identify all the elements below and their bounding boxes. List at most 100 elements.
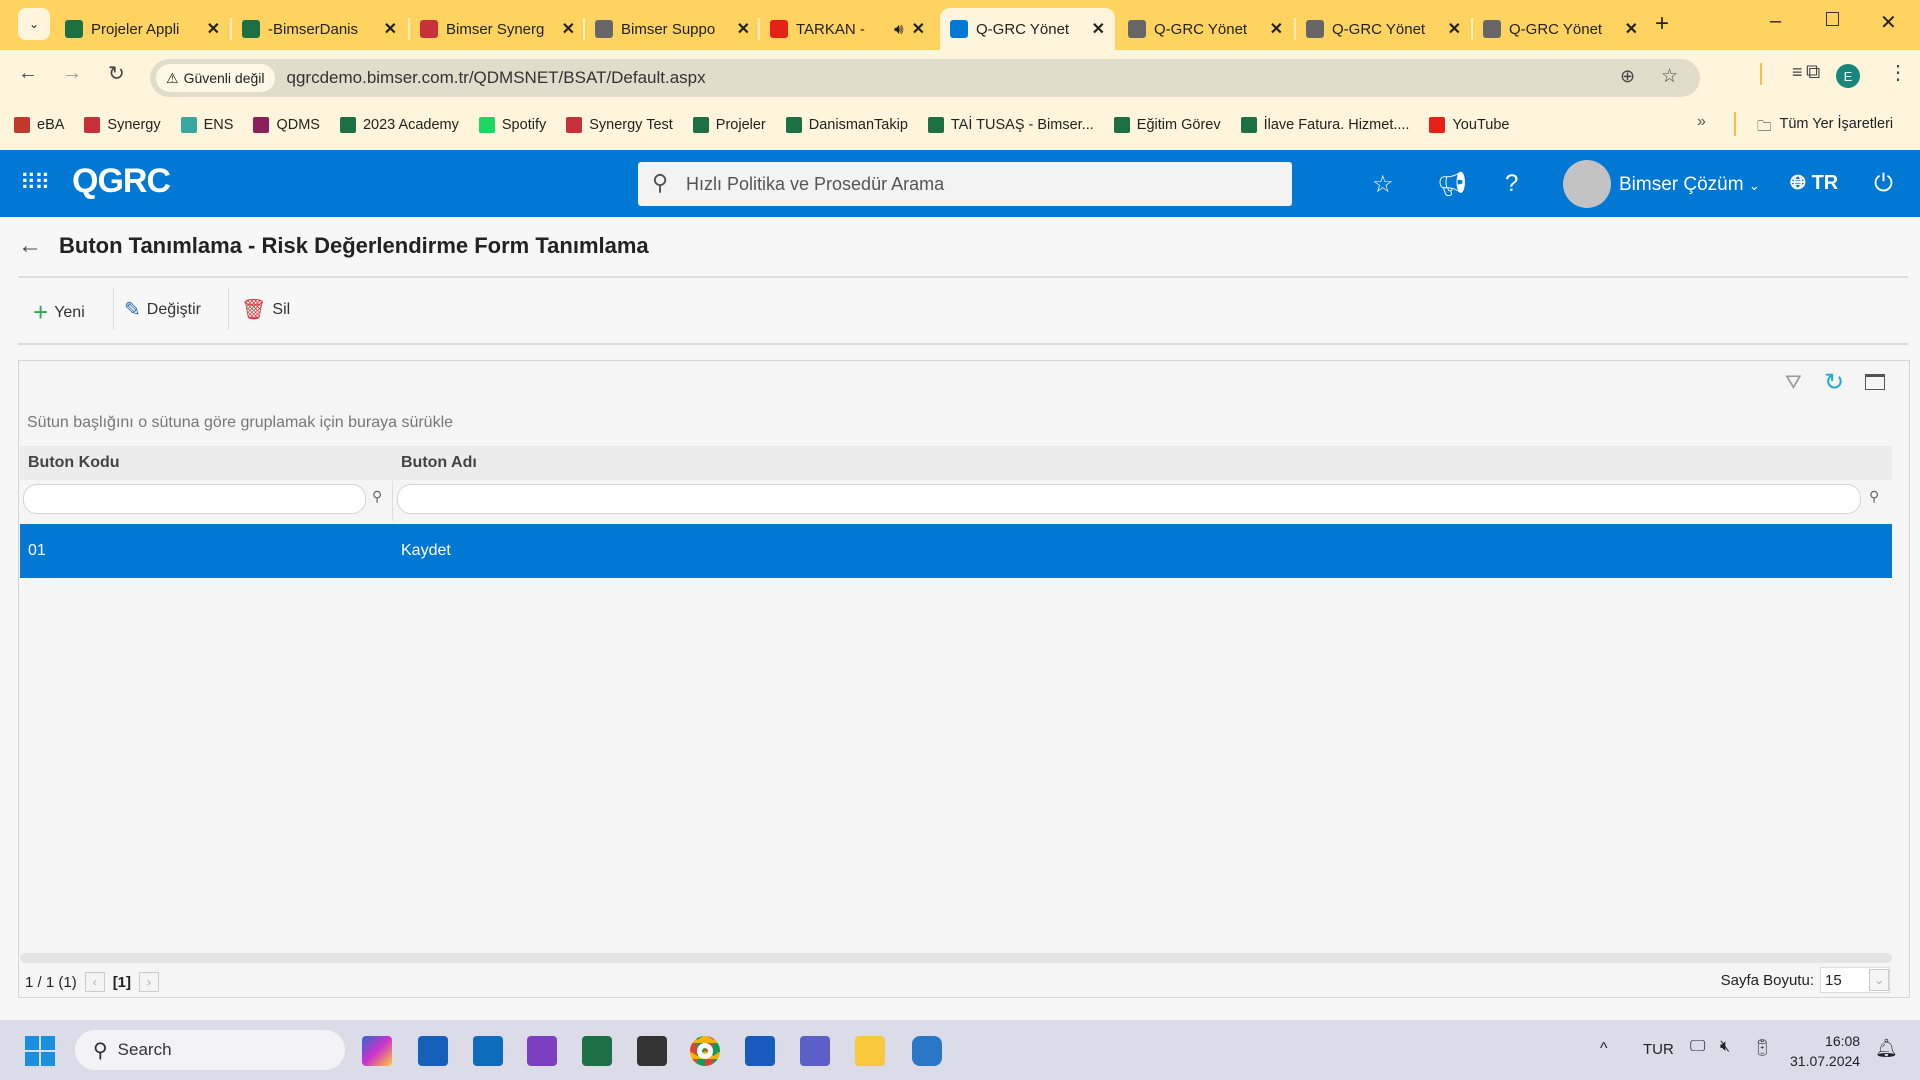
close-tab-icon[interactable]: ✕ — [737, 19, 750, 39]
windows-start-icon[interactable] — [25, 1036, 55, 1066]
volume-muted-icon[interactable]: 🔇︎ — [1720, 1038, 1730, 1056]
restore-button[interactable] — [1826, 12, 1839, 26]
back-icon[interactable]: ← — [18, 62, 38, 85]
profile-avatar[interactable]: E — [1836, 64, 1860, 88]
bookmark-item[interactable]: Eğitim Görev — [1113, 117, 1221, 133]
bookmark-item[interactable]: DanismanTakip — [785, 117, 908, 133]
new-tab-button[interactable]: + — [1655, 10, 1669, 38]
bookmark-item[interactable]: Synergy Test — [566, 117, 673, 133]
close-tab-icon[interactable]: ✕ — [1448, 19, 1461, 39]
all-bookmarks[interactable]: 🗀 Tüm Yer İşaretleri — [1757, 116, 1893, 141]
close-window-button[interactable]: ✕ — [1880, 10, 1897, 35]
app-launcher-icon[interactable]: ⠿⠿ — [20, 170, 50, 196]
copilot-icon[interactable] — [362, 1036, 392, 1066]
close-tab-icon[interactable]: ✕ — [384, 19, 397, 39]
back-arrow-icon[interactable]: ← — [18, 232, 42, 260]
widgets-icon[interactable] — [418, 1036, 448, 1066]
power-icon[interactable]: ⏻ — [1874, 170, 1893, 198]
next-page-button[interactable]: › — [139, 972, 160, 992]
browser-tab[interactable]: Q-GRC Yönet ✕ — [940, 8, 1115, 50]
url-text[interactable]: qgrcdemo.bimser.com.tr/QDMSNET/BSAT/Defa… — [287, 68, 706, 88]
teams-icon[interactable] — [800, 1036, 830, 1066]
close-tab-icon[interactable]: ✕ — [207, 19, 220, 39]
notifications-bell-icon[interactable]: 🔔︎ — [1875, 1038, 1898, 1059]
outlook-icon[interactable] — [473, 1036, 503, 1066]
policy-search-input[interactable]: ⚲ Hızlı Politika ve Prosedür Arama — [638, 162, 1292, 206]
zoom-icon[interactable]: ⊕ — [1620, 66, 1635, 87]
reload-icon[interactable]: ↻ — [108, 61, 125, 86]
clock[interactable]: 16:08 31.07.2024 — [1790, 1031, 1860, 1071]
favorites-star-icon[interactable]: ☆ — [1372, 170, 1394, 199]
browser-tab[interactable]: Q-GRC Yönet ✕ — [1296, 8, 1471, 50]
word-icon[interactable] — [745, 1036, 775, 1066]
network-icon[interactable]: 🖵︎ — [1690, 1038, 1705, 1056]
browser-tab[interactable]: TARKAN - 🔊︎ ✕ — [760, 8, 935, 50]
bookmark-item[interactable]: Projeler — [692, 117, 766, 133]
extensions-icon[interactable]: ⧉ — [1806, 61, 1820, 84]
tray-chevron-icon[interactable]: ^ — [1600, 1040, 1608, 1058]
filter-buton-kodu-input[interactable] — [23, 484, 366, 514]
table-row[interactable]: 01 Kaydet — [20, 524, 1892, 578]
browser-tab[interactable]: Q-GRC Yönet ✕ — [1473, 8, 1648, 50]
browser-tab[interactable]: Bimser Synerg ✕ — [410, 8, 585, 50]
qgrc-logo[interactable]: QGRC — [72, 162, 171, 201]
tab-search-button[interactable]: ⌄ — [18, 8, 50, 40]
bookmark-item[interactable]: eBA — [14, 117, 64, 133]
battery-icon[interactable]: 🔋︎ — [1752, 1038, 1772, 1058]
bookmark-item[interactable]: Synergy — [84, 117, 161, 133]
media-icon[interactable]: ≡ — [1792, 62, 1803, 83]
browser-tab[interactable]: Q-GRC Yönet ✕ — [1118, 8, 1293, 50]
minimize-button[interactable]: – — [1770, 10, 1781, 33]
close-tab-icon[interactable]: ✕ — [912, 19, 925, 39]
file-explorer-icon[interactable] — [855, 1036, 885, 1066]
horizontal-scrollbar[interactable] — [20, 953, 1892, 963]
help-icon[interactable]: ? — [1505, 170, 1518, 198]
clear-filter-icon[interactable]: ⛛ — [1785, 372, 1802, 395]
browser-tab[interactable]: Bimser Suppo ✕ — [585, 8, 760, 50]
prev-page-button[interactable]: ‹ — [84, 972, 105, 992]
close-tab-icon[interactable]: ✕ — [1270, 19, 1283, 39]
audio-icon[interactable]: 🔊︎ — [894, 21, 903, 38]
user-menu[interactable]: Bimser Çözüm ⌄ — [1619, 174, 1760, 196]
edit-button[interactable]: ✎ Değiştir — [124, 297, 201, 322]
forward-icon[interactable]: → — [62, 62, 82, 85]
bookmark-star-icon[interactable]: ☆ — [1661, 65, 1678, 88]
page-size-select[interactable]: 15 ⌄ — [1820, 967, 1890, 993]
chrome-icon[interactable] — [690, 1036, 720, 1066]
bookmark-item[interactable]: İlave Fatura. Hizmet.... — [1240, 117, 1409, 133]
close-tab-icon[interactable]: ✕ — [1092, 19, 1105, 39]
security-app-icon[interactable] — [912, 1036, 942, 1066]
input-language[interactable]: TUR — [1643, 1041, 1674, 1058]
bookmark-item[interactable]: ENS — [180, 117, 233, 133]
column-header-buton-kodu[interactable]: Buton Kodu — [28, 454, 120, 472]
browser-tab[interactable]: Projeler Appli ✕ — [55, 8, 230, 50]
security-chip[interactable]: ⚠ Güvenli değil — [156, 64, 275, 92]
current-page[interactable]: [1] — [113, 974, 131, 991]
filter-icon[interactable]: ⚲ — [1869, 488, 1879, 505]
sticky-notes-icon[interactable] — [637, 1036, 667, 1066]
filter-icon[interactable]: ⚲ — [372, 488, 382, 505]
filter-buton-adi-input[interactable] — [397, 484, 1861, 514]
more-bookmarks-icon[interactable]: » — [1697, 113, 1706, 131]
onenote-icon[interactable] — [527, 1036, 557, 1066]
omnibox[interactable]: ⚠ Güvenli değil qgrcdemo.bimser.com.tr/QD… — [150, 59, 1700, 97]
close-tab-icon[interactable]: ✕ — [1625, 19, 1638, 39]
refresh-icon[interactable]: ↻ — [1824, 368, 1844, 397]
excel-icon[interactable] — [582, 1036, 612, 1066]
delete-button[interactable]: 🗑︎ Sil — [241, 297, 290, 322]
taskbar-search[interactable]: ⚲ Search — [75, 1030, 345, 1070]
bookmark-item[interactable]: TAİ TUSAŞ - Bimser... — [927, 117, 1094, 133]
language-switch[interactable]: 🌐︎ TR — [1790, 172, 1838, 195]
user-avatar[interactable] — [1563, 160, 1611, 208]
new-button[interactable]: + Yeni — [33, 297, 85, 328]
bookmark-item[interactable]: QDMS — [253, 117, 320, 133]
browser-tab[interactable]: -BimserDanis ✕ — [232, 8, 407, 50]
column-settings-icon[interactable] — [1865, 374, 1885, 390]
bookmark-item[interactable]: YouTube — [1429, 117, 1509, 133]
announcement-icon[interactable]: 📢︎ — [1437, 170, 1467, 199]
column-header-buton-adi[interactable]: Buton Adı — [401, 454, 477, 472]
bookmark-item[interactable]: Spotify — [478, 117, 546, 133]
close-tab-icon[interactable]: ✕ — [562, 19, 575, 39]
bookmark-item[interactable]: 2023 Academy — [339, 117, 459, 133]
menu-icon[interactable]: ⋮ — [1888, 60, 1908, 85]
